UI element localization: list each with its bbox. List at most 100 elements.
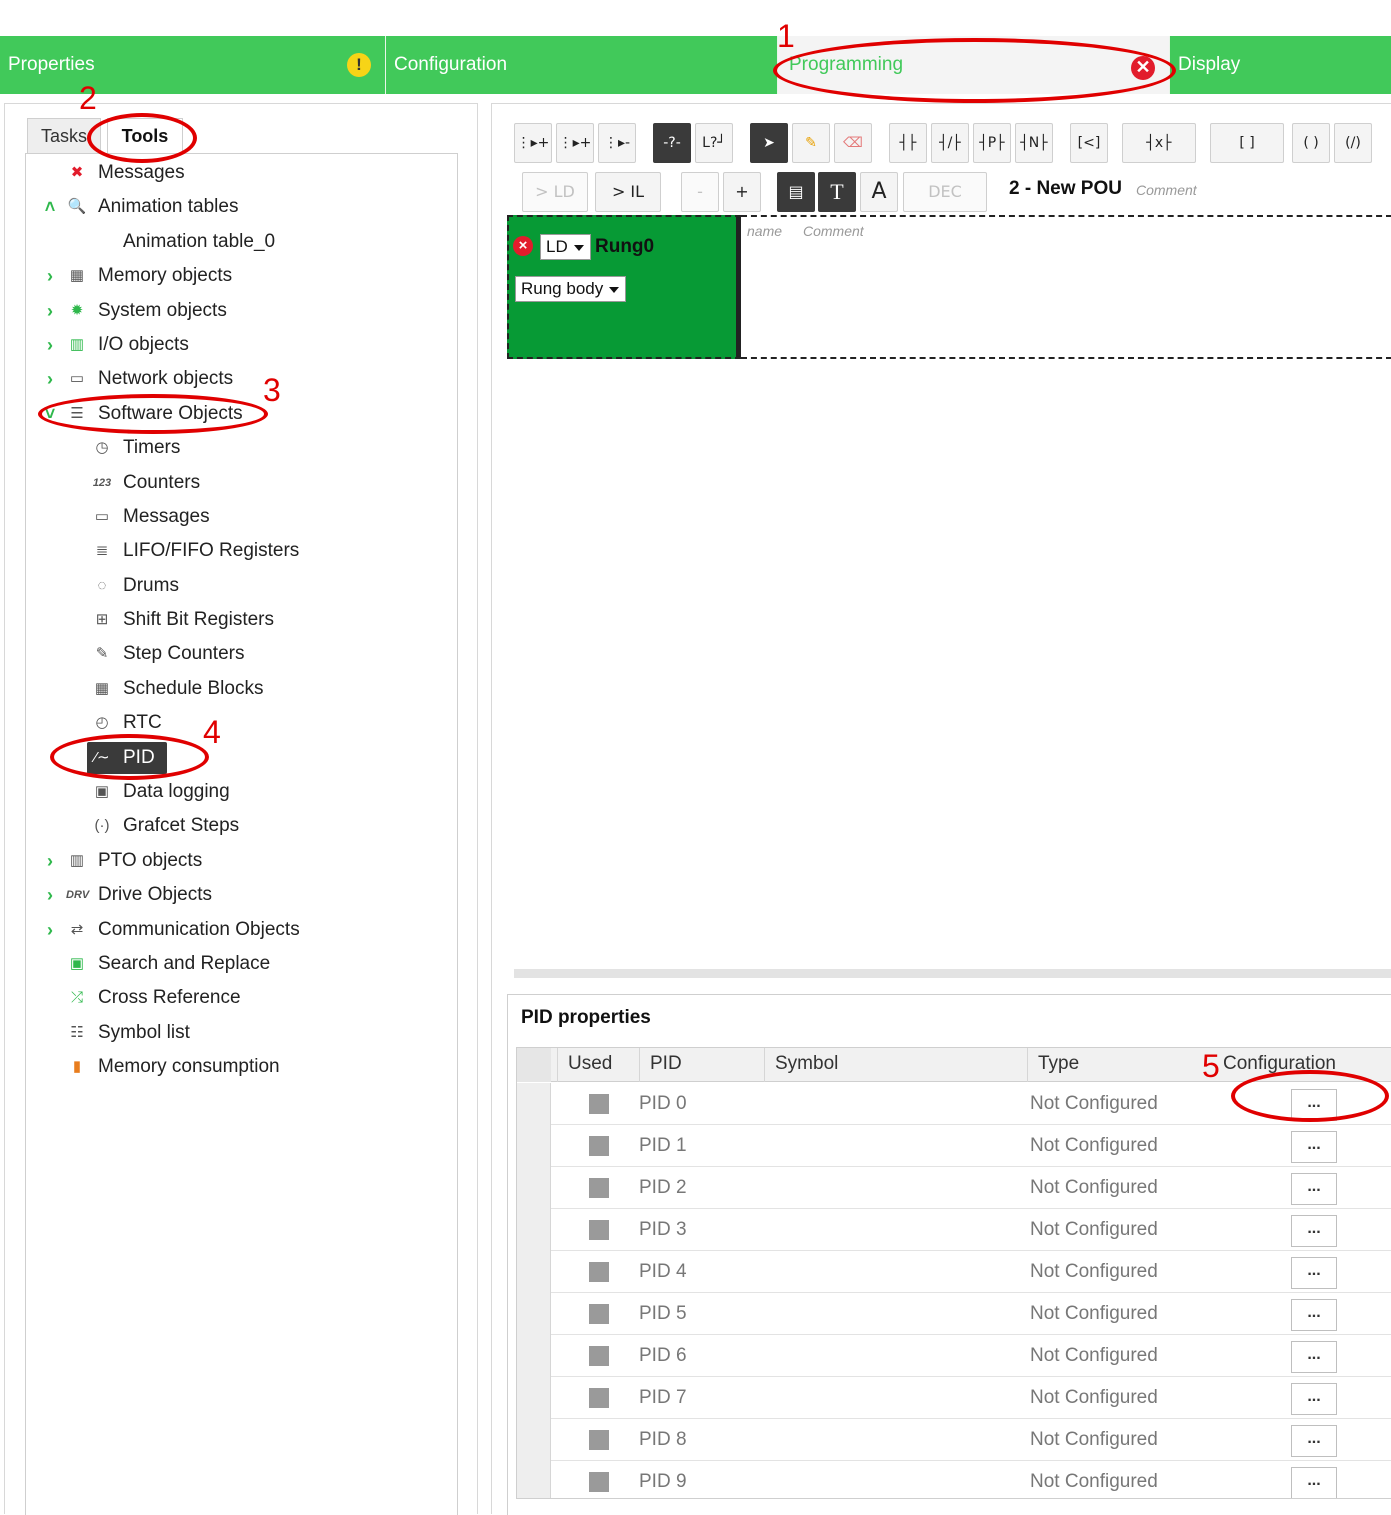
- coil-dropdown-icon[interactable]: ┤x├: [1122, 123, 1196, 163]
- rung-body[interactable]: name Comment: [741, 215, 1391, 359]
- used-checkbox[interactable]: [589, 1094, 609, 1114]
- tree-item-system-objects[interactable]: › ✹ System objects: [47, 295, 227, 327]
- row-header[interactable]: [517, 1125, 551, 1167]
- rung-name-field[interactable]: name: [747, 223, 782, 239]
- col-type[interactable]: Type: [1027, 1048, 1207, 1082]
- tree-item-i-o-objects[interactable]: › ▥ I/O objects: [47, 329, 189, 361]
- row-header[interactable]: [517, 1335, 551, 1377]
- select-pointer-icon[interactable]: ➤: [750, 123, 788, 163]
- compare-block-icon[interactable]: [<]: [1070, 123, 1108, 163]
- tree-item-counters[interactable]: 123 Counters: [93, 467, 200, 499]
- tree-item-grafcet-steps[interactable]: (·) Grafcet Steps: [95, 810, 240, 842]
- chevron-right-icon[interactable]: ›: [42, 914, 58, 946]
- configure-button[interactable]: ...: [1291, 1425, 1337, 1457]
- rung-header[interactable]: × LD Rung0 Rung body: [507, 215, 741, 359]
- tab-configuration[interactable]: Configuration: [386, 36, 778, 94]
- configure-button[interactable]: ...: [1291, 1089, 1337, 1121]
- tree-item-schedule-blocks[interactable]: ▦ Schedule Blocks: [95, 673, 264, 705]
- contact-n-icon[interactable]: ┤N├: [1015, 123, 1053, 163]
- tree-item-messages[interactable]: ▭ Messages: [95, 501, 210, 533]
- col-symbol[interactable]: Symbol: [764, 1048, 1027, 1082]
- chevron-right-icon[interactable]: ›: [42, 363, 58, 395]
- used-checkbox[interactable]: [589, 1178, 609, 1198]
- tree-item-shift-bit-registers[interactable]: ⊞ Shift Bit Registers: [96, 604, 274, 636]
- add-rung-icon[interactable]: ⋮▸+: [514, 123, 552, 163]
- text-icon[interactable]: T: [818, 172, 856, 212]
- chevron-right-icon[interactable]: ›: [42, 329, 58, 361]
- tree-item-step-counters[interactable]: ✎ Step Counters: [96, 638, 245, 670]
- tree-item-messages[interactable]: ✖ Messages: [71, 157, 185, 189]
- tree-item-lifo-fifo-registers[interactable]: ≣ LIFO/FIFO Registers: [96, 535, 300, 567]
- tab-properties[interactable]: Properties !: [0, 36, 386, 94]
- configure-button[interactable]: ...: [1291, 1299, 1337, 1331]
- used-checkbox[interactable]: [589, 1136, 609, 1156]
- row-header[interactable]: [517, 1083, 551, 1125]
- pencil-icon[interactable]: ✎: [792, 123, 830, 163]
- comment-icon[interactable]: ▤: [777, 172, 815, 212]
- used-checkbox[interactable]: [589, 1430, 609, 1450]
- chevron-right-icon[interactable]: ›: [42, 295, 58, 327]
- col-configuration[interactable]: Configuration: [1207, 1048, 1391, 1082]
- font-size-icon[interactable]: A: [860, 172, 898, 212]
- contact-nc-icon[interactable]: ┤/├: [931, 123, 969, 163]
- dec-button[interactable]: DEC: [903, 172, 987, 212]
- col-used[interactable]: Used: [557, 1048, 639, 1082]
- tree-item-drums[interactable]: ◌ Drums: [98, 570, 179, 602]
- row-header[interactable]: [517, 1419, 551, 1461]
- negated-coil-icon[interactable]: (/): [1334, 123, 1372, 163]
- used-checkbox[interactable]: [589, 1346, 609, 1366]
- used-checkbox[interactable]: [589, 1220, 609, 1240]
- row-header[interactable]: [517, 1167, 551, 1209]
- pou-comment[interactable]: Comment: [1136, 182, 1197, 198]
- configure-button[interactable]: ...: [1291, 1467, 1337, 1498]
- coil-icon[interactable]: ( ): [1292, 123, 1330, 163]
- language-dropdown[interactable]: LD: [540, 234, 591, 260]
- chevron-down-icon[interactable]: ˅: [42, 398, 58, 430]
- unknown-contact-icon[interactable]: -?-: [653, 123, 691, 163]
- contact-no-icon[interactable]: ┤├: [889, 123, 927, 163]
- tree-item-pid[interactable]: ⁄∼ PID: [87, 742, 167, 774]
- chevron-up-icon[interactable]: ˄: [42, 191, 58, 223]
- table-row[interactable]: PID 8 Not Configured...: [517, 1419, 1391, 1461]
- row-header[interactable]: [517, 1377, 551, 1419]
- insert-rung-icon[interactable]: ⋮▸+: [556, 123, 594, 163]
- tree-item-cross-reference[interactable]: ⤮ Cross Reference: [71, 982, 241, 1014]
- used-checkbox[interactable]: [589, 1388, 609, 1408]
- row-header[interactable]: [517, 1251, 551, 1293]
- chevron-right-icon[interactable]: ›: [42, 260, 58, 292]
- convert-il-button[interactable]: > IL: [595, 172, 661, 212]
- contact-p-icon[interactable]: ┤P├: [973, 123, 1011, 163]
- table-row[interactable]: PID 9 Not Configured...: [517, 1461, 1391, 1498]
- row-header[interactable]: [517, 1209, 551, 1251]
- tree-item-animation-tables[interactable]: ˄ 🔍 Animation tables: [45, 191, 239, 223]
- tree-item-network-objects[interactable]: › ▭ Network objects: [47, 363, 233, 395]
- configure-button[interactable]: ...: [1291, 1257, 1337, 1289]
- delete-rung-icon[interactable]: ⋮▸-: [598, 123, 636, 163]
- tree-item-communication-objects[interactable]: › ⇄ Communication Objects: [47, 914, 300, 946]
- tree-item-data-logging[interactable]: ▣ Data logging: [95, 776, 230, 808]
- subtab-tasks[interactable]: Tasks: [27, 118, 101, 154]
- table-row[interactable]: PID 6 Not Configured...: [517, 1335, 1391, 1377]
- used-checkbox[interactable]: [589, 1304, 609, 1324]
- table-row[interactable]: PID 0 Not Configured...: [517, 1083, 1391, 1125]
- configure-button[interactable]: ...: [1291, 1383, 1337, 1415]
- subtab-tools[interactable]: Tools: [107, 118, 183, 154]
- splitter-handle[interactable]: [514, 969, 1391, 978]
- zoom-out-button[interactable]: -: [681, 172, 719, 212]
- branch-icon[interactable]: L?┘: [695, 123, 733, 163]
- tree-item-symbol-list[interactable]: ☷ Symbol list: [70, 1017, 190, 1049]
- configure-button[interactable]: ...: [1291, 1215, 1337, 1247]
- tab-display[interactable]: Display: [1170, 36, 1391, 94]
- tree-item-pto-objects[interactable]: › ▥ PTO objects: [47, 845, 202, 877]
- configure-button[interactable]: ...: [1291, 1341, 1337, 1373]
- table-row[interactable]: PID 1 Not Configured...: [517, 1125, 1391, 1167]
- used-checkbox[interactable]: [589, 1472, 609, 1492]
- rung-comment-field[interactable]: Comment: [803, 223, 864, 239]
- tree-item-drive-objects[interactable]: › DRV Drive Objects: [47, 879, 212, 911]
- tree-item-animation-table-0[interactable]: Animation table_0: [123, 226, 275, 258]
- table-row[interactable]: PID 2 Not Configured...: [517, 1167, 1391, 1209]
- used-checkbox[interactable]: [589, 1262, 609, 1282]
- function-block-dropdown-icon[interactable]: [ ]: [1210, 123, 1284, 163]
- row-header[interactable]: [517, 1461, 551, 1498]
- zoom-in-button[interactable]: +: [723, 172, 761, 212]
